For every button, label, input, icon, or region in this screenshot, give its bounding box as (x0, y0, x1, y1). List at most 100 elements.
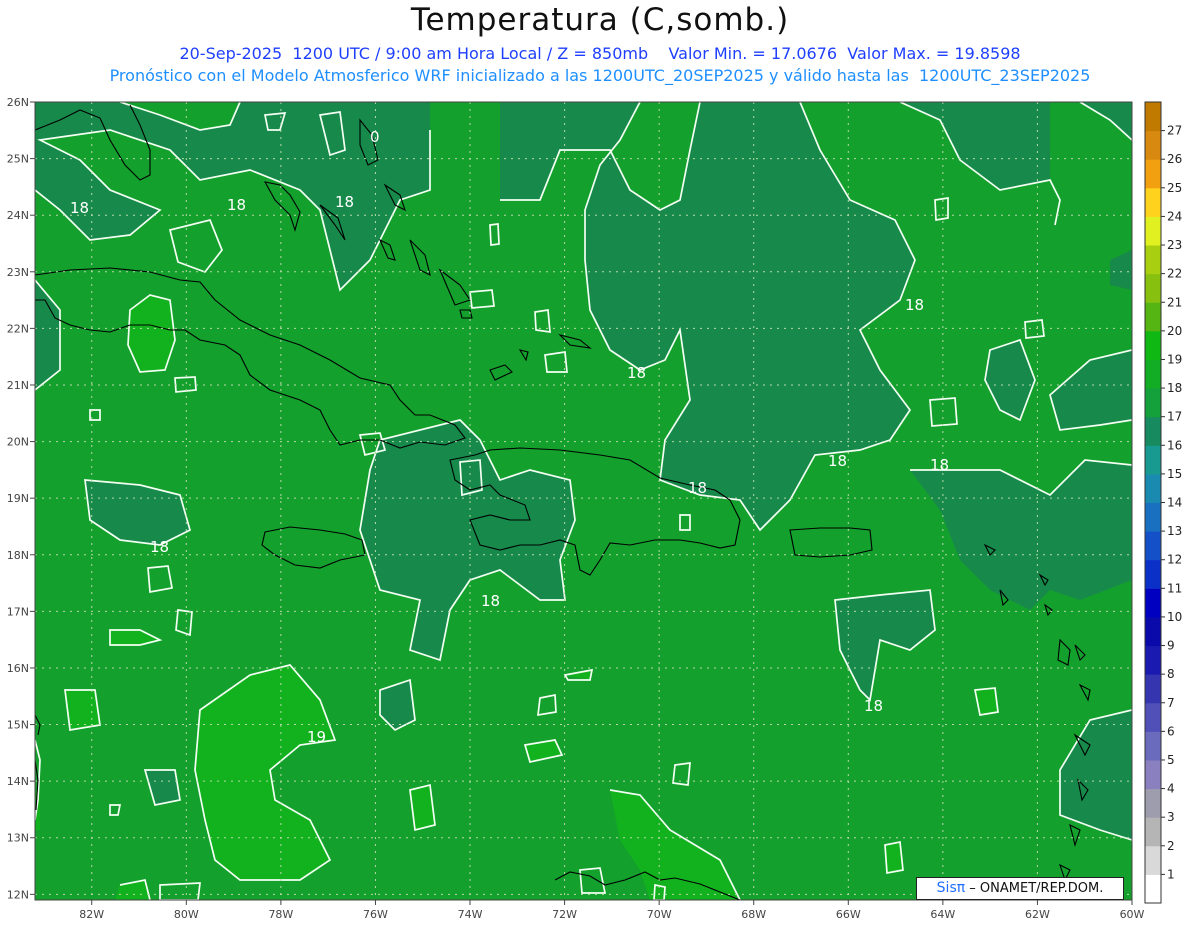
colorbar-swatch (1145, 702, 1161, 732)
colorbar-label: 18 (1167, 381, 1182, 395)
colorbar-swatch (1145, 445, 1161, 475)
colorbar-label: 20 (1167, 324, 1182, 338)
colorbar-swatch (1145, 130, 1161, 160)
colorbar-swatch (1145, 388, 1161, 418)
colorbar-swatch (1145, 102, 1161, 132)
lat-tick-label: 17N (7, 605, 29, 618)
contour-label: 18 (150, 538, 169, 556)
lon-tick-label: 62W (1025, 908, 1050, 921)
lon-tick-label: 76W (363, 908, 388, 921)
lon-tick-label: 66W (836, 908, 861, 921)
colorbar-swatch (1145, 187, 1161, 217)
colorbar-swatch (1145, 588, 1161, 618)
colorbar-label: 7 (1167, 696, 1175, 710)
credit-text: – ONAMET/REP.DOM. (965, 881, 1104, 896)
colorbar-swatch (1145, 788, 1161, 818)
colorbar-label: 26 (1167, 152, 1182, 166)
colorbar-swatch (1145, 502, 1161, 532)
lon-tick-label: 78W (268, 908, 293, 921)
colorbar-swatch (1145, 759, 1161, 790)
contour-label: 18 (905, 296, 924, 314)
lon-tick-label: 70W (647, 908, 672, 921)
lat-tick-label: 22N (7, 322, 29, 335)
lat-tick-label: 18N (7, 549, 29, 562)
contour-label: 18 (688, 479, 707, 497)
colorbar-swatch (1145, 674, 1161, 704)
lat-tick-label: 26N (7, 96, 29, 109)
colorbar-swatch (1145, 731, 1161, 761)
colorbar-label: 22 (1167, 267, 1182, 281)
colorbar-label: 17 (1167, 410, 1182, 424)
colorbar-label: 23 (1167, 238, 1182, 252)
contour-label: 18 (828, 452, 847, 470)
color-scale-legend: 1234567891011121314151617181920212223242… (1144, 101, 1182, 904)
latitude-axis: 12N 13N 14N 15N 16N 17N 18N 19N 20N 21N 22N 23N 24N 2… (7, 96, 35, 901)
lat-tick-label: 12N (7, 888, 29, 901)
colorbar-swatch (1145, 817, 1161, 847)
lat-tick-label: 13N (7, 832, 29, 845)
colorbar-swatch (1145, 273, 1161, 303)
longitude-axis: 82W 80W 78W 76W 74W 72W 70W 68W 66W 64W 62W 60W (79, 900, 1145, 921)
lon-tick-label: 72W (552, 908, 577, 921)
colorbar-label: 2 (1167, 839, 1175, 853)
colorbar-swatch (1145, 416, 1161, 446)
colorbar-label: 9 (1167, 639, 1175, 653)
contour-label: 18 (335, 193, 354, 211)
colorbar-label: 10 (1167, 610, 1182, 624)
colorbar-swatch (1145, 559, 1161, 589)
lon-tick-label: 60W (1120, 908, 1145, 921)
lon-tick-label: 64W (930, 908, 955, 921)
contour-label: 18 (627, 364, 646, 382)
weather-map: 18 18 18 18 18 18 18 18 18 18 18 19 0 82… (7, 96, 1183, 921)
colorbar-swatch (1145, 473, 1161, 503)
lat-tick-label: 20N (7, 436, 29, 449)
contour-label: 18 (864, 697, 883, 715)
colorbar-label: 25 (1167, 181, 1182, 195)
lon-tick-label: 82W (79, 908, 104, 921)
colorbar-swatch (1145, 330, 1161, 360)
lon-tick-label: 80W (174, 908, 199, 921)
colorbar-label: 6 (1167, 724, 1175, 738)
contour-label: 18 (227, 196, 246, 214)
colorbar-label: 24 (1167, 209, 1182, 223)
colorbar-label: 1 (1167, 867, 1175, 881)
colorbar-swatch (1145, 359, 1161, 389)
colorbar-label: 14 (1167, 496, 1182, 510)
colorbar-label: 15 (1167, 467, 1182, 481)
colorbar-swatch (1145, 531, 1161, 561)
colorbar-label: 8 (1167, 667, 1175, 681)
lat-tick-label: 23N (7, 266, 29, 279)
colorbar-label: 19 (1167, 352, 1182, 366)
colorbar-label: 4 (1167, 782, 1175, 796)
lat-tick-label: 24N (7, 209, 29, 222)
colorbar-swatch (1145, 245, 1161, 275)
contour-label: 0 (370, 128, 380, 146)
colorbar-swatch (1145, 159, 1161, 189)
colorbar-swatch (1145, 845, 1161, 875)
contour-label: 18 (481, 592, 500, 610)
colorbar-swatch (1145, 645, 1161, 675)
lon-tick-label: 68W (741, 908, 766, 921)
colorbar-label: 13 (1167, 524, 1182, 538)
colorbar-label: 5 (1167, 753, 1175, 767)
colorbar-label: 27 (1167, 124, 1182, 138)
colorbar-swatch (1145, 616, 1161, 647)
contour-label: 18 (70, 199, 89, 217)
colorbar-label: 11 (1167, 581, 1182, 595)
colorbar-swatch (1145, 874, 1161, 904)
contour-label: 19 (307, 728, 326, 746)
lat-tick-label: 14N (7, 775, 29, 788)
contour-label: 18 (930, 456, 949, 474)
lat-tick-label: 19N (7, 492, 29, 505)
credit-brand: Sisπ (936, 880, 966, 896)
colorbar-label: 16 (1167, 438, 1182, 452)
lat-tick-label: 21N (7, 379, 29, 392)
lat-tick-label: 16N (7, 662, 29, 675)
colorbar-label: 21 (1167, 295, 1182, 309)
credit-box: Sisπ – ONAMET/REP.DOM. (916, 877, 1124, 900)
colorbar-swatch (1145, 216, 1161, 246)
colorbar-label: 3 (1167, 810, 1175, 824)
lon-tick-label: 74W (458, 908, 483, 921)
lat-tick-label: 25N (7, 153, 29, 166)
lat-tick-label: 15N (7, 719, 29, 732)
